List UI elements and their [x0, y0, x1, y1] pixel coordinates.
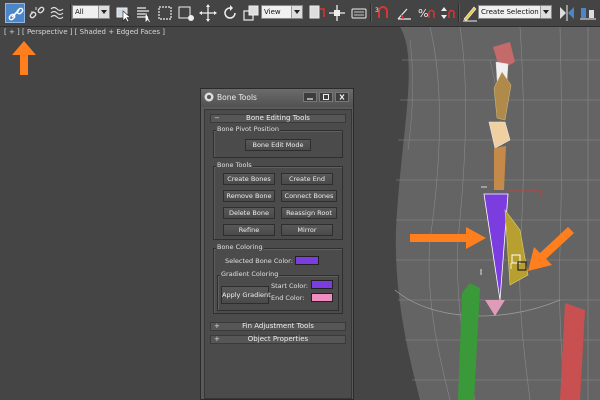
rectangular-selection-icon[interactable] [155, 3, 175, 23]
select-and-manipulate-icon[interactable] [327, 3, 347, 23]
group-label: Bone Tools [216, 161, 253, 169]
refine-button[interactable]: Refine [223, 224, 275, 236]
unlink-icon[interactable] [27, 3, 47, 23]
select-object-icon[interactable] [114, 3, 134, 23]
chevron-down-icon [291, 6, 302, 18]
rollout-title: Object Properties [247, 335, 309, 343]
minimize-button[interactable] [303, 92, 317, 102]
named-selection-set-dropdown[interactable]: Create Selection Se [478, 5, 552, 19]
align-icon[interactable] [578, 3, 598, 23]
create-end-button[interactable]: Create End [281, 173, 333, 185]
delete-bone-button[interactable]: Delete Bone [223, 207, 275, 219]
main-toolbar: All View 3 % Create Selection Se [0, 0, 600, 27]
highlight-arrow-icon [410, 227, 486, 249]
rollout-title: Bone Editing Tools [246, 114, 310, 122]
viewport-label[interactable]: [ + ] [ Perspective ] [ Shaded + Edged F… [4, 28, 165, 36]
keyboard-shortcut-override-icon[interactable] [349, 3, 369, 23]
bone-tools-panel: − Bone Editing Tools Bone Pivot Position… [204, 109, 352, 399]
reassign-root-button[interactable]: Reassign Root [281, 207, 337, 219]
maximize-button[interactable] [319, 92, 333, 102]
reference-coordinate-value: View [264, 8, 281, 16]
link-icon[interactable] [5, 3, 25, 23]
rollout-object-properties[interactable]: + Object Properties [210, 335, 346, 344]
selected-bone-color-label: Selected Bone Color: [225, 257, 293, 265]
svg-text:3: 3 [375, 7, 379, 14]
rollout-title: Fin Adjustment Tools [242, 322, 314, 330]
rollout-fin-adjustment-tools[interactable]: + Fin Adjustment Tools [210, 322, 346, 331]
window-crossing-icon[interactable] [176, 3, 196, 23]
rollout-bone-editing-tools[interactable]: − Bone Editing Tools [210, 114, 346, 123]
svg-text:%: % [418, 7, 428, 20]
bone-tools-titlebar[interactable]: Bone Tools [201, 89, 353, 107]
max-app-icon [204, 92, 214, 102]
selection-filter-value: All [75, 8, 84, 16]
end-color-swatch[interactable] [311, 293, 333, 302]
bind-space-warp-icon[interactable] [48, 3, 68, 23]
snaps-toggle-icon[interactable]: 3 [374, 3, 394, 23]
apply-gradient-button[interactable]: Apply Gradient [221, 286, 271, 304]
angle-snap-icon[interactable] [395, 3, 415, 23]
select-and-move-icon[interactable] [198, 3, 218, 23]
bone-tools-window: Bone Tools − Bone Editing Tools Bone Piv… [200, 88, 354, 400]
select-and-rotate-icon[interactable] [220, 3, 240, 23]
chevron-down-icon [98, 6, 109, 18]
end-color-label: End Color: [271, 294, 305, 302]
selection-filter-dropdown[interactable]: All [72, 5, 110, 19]
mirror-button[interactable]: Mirror [281, 224, 333, 236]
edit-named-selection-icon[interactable] [460, 3, 480, 23]
close-button[interactable] [335, 92, 349, 102]
highlight-arrow-icon [12, 41, 36, 75]
mirror-tool-icon[interactable] [557, 3, 577, 23]
percent-snap-icon[interactable]: % [416, 3, 436, 23]
highlight-arrow-icon [528, 227, 574, 271]
connect-bones-button[interactable]: Connect Bones [281, 190, 337, 202]
create-bones-button[interactable]: Create Bones [223, 173, 275, 185]
start-color-swatch[interactable] [311, 280, 333, 289]
group-label: Bone Pivot Position [216, 125, 280, 133]
bone-edit-mode-button[interactable]: Bone Edit Mode [245, 139, 311, 151]
minimize-icon [307, 98, 313, 100]
group-label: Bone Coloring [216, 243, 264, 251]
select-and-scale-icon[interactable] [241, 3, 261, 23]
spinner-snap-icon[interactable] [437, 3, 457, 23]
use-pivot-center-icon[interactable] [306, 3, 326, 23]
window-title: Bone Tools [217, 93, 257, 102]
selected-bone-color-swatch[interactable] [295, 256, 319, 265]
group-label: Gradient Coloring [220, 270, 280, 278]
select-by-name-icon[interactable] [134, 3, 154, 23]
reference-coordinate-dropdown[interactable]: View [261, 5, 303, 19]
start-color-label: Start Color: [271, 282, 308, 290]
remove-bone-button[interactable]: Remove Bone [223, 190, 275, 202]
chevron-down-icon [540, 6, 551, 18]
maximize-icon [323, 94, 329, 100]
close-icon [339, 94, 345, 100]
